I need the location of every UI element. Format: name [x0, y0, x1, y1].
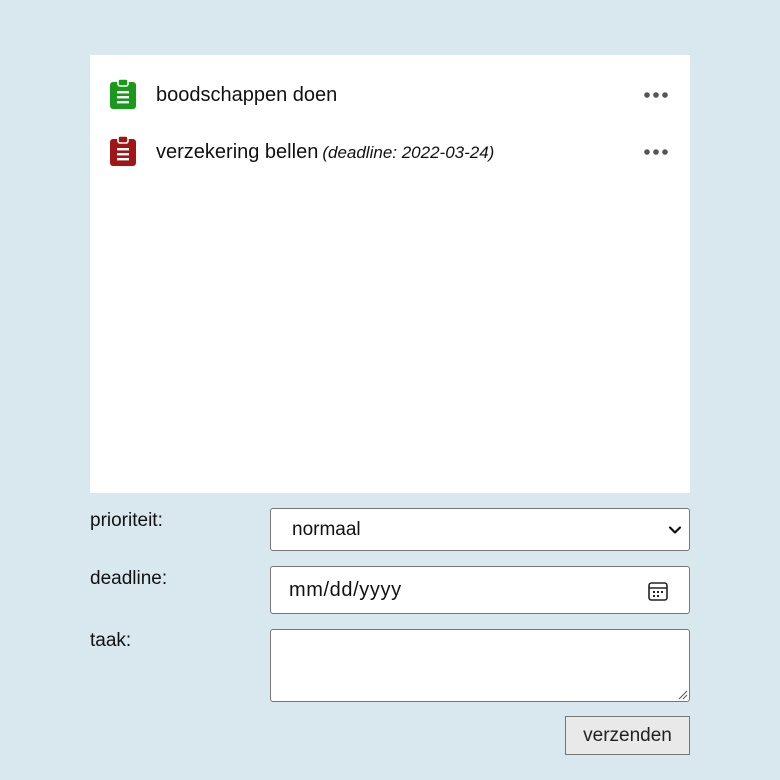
more-options-button[interactable]	[642, 138, 670, 166]
deadline-label: deadline:	[90, 568, 168, 589]
clipboard-icon	[110, 78, 136, 109]
list-item: boodschappen doen	[90, 75, 690, 115]
priority-select[interactable]: normaal	[270, 508, 690, 551]
calendar-icon[interactable]	[647, 580, 669, 602]
task-text: verzekering bellen (deadline: 2022-03-24)	[156, 141, 494, 164]
task-label: taak:	[90, 630, 132, 651]
more-horizontal-icon	[644, 149, 668, 155]
priority-label: prioriteit:	[90, 510, 163, 531]
task-text: boodschappen doen	[156, 84, 337, 107]
todo-app: boodschappen doen verzekering bellen (dea…	[90, 55, 690, 755]
priority-selected-value: normaal	[292, 518, 361, 540]
clipboard-icon	[110, 135, 136, 166]
list-item: verzekering bellen (deadline: 2022-03-24)	[90, 132, 690, 172]
deadline-date-input[interactable]: mm/dd/yyyy	[270, 566, 690, 614]
submit-button[interactable]: verzenden	[565, 716, 690, 755]
task-title: verzekering bellen	[156, 140, 319, 163]
task-textarea[interactable]	[270, 629, 690, 702]
deadline-placeholder: mm/dd/yyyy	[289, 578, 402, 601]
task-title: boodschappen doen	[156, 83, 338, 106]
resize-handle-icon[interactable]	[676, 688, 688, 700]
task-deadline: (deadline: 2022-03-24)	[322, 142, 495, 162]
more-horizontal-icon	[644, 92, 668, 98]
chevron-down-icon	[668, 526, 682, 534]
more-options-button[interactable]	[642, 81, 670, 109]
task-list: boodschappen doen verzekering bellen (dea…	[90, 55, 690, 493]
